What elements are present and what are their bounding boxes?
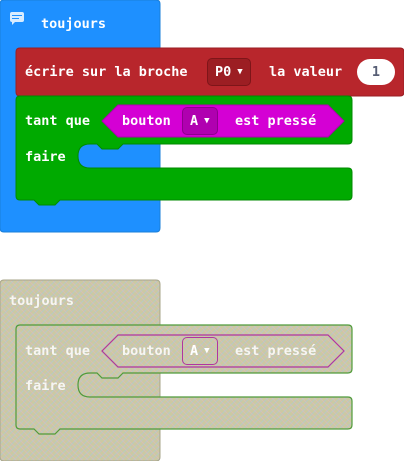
button-value: A (190, 113, 199, 129)
disabled-button-label: bouton (122, 343, 171, 359)
disabled-pressed-label: est pressé (235, 343, 317, 359)
pin-value: P0 (215, 64, 232, 80)
disabled-button-dropdown[interactable]: A ▼ (182, 337, 218, 365)
pin-dropdown[interactable]: P0 ▼ (207, 58, 251, 86)
triangle-down-icon: ▼ (204, 345, 210, 356)
pressed-label: est pressé (235, 113, 317, 129)
button-dropdown[interactable]: A ▼ (182, 107, 218, 135)
button-label: bouton (122, 113, 171, 129)
disabled-forever-label: toujours (9, 293, 75, 309)
disabled-while-label: tant que (25, 343, 91, 359)
disabled-do-label: faire (25, 378, 66, 394)
do-label: faire (25, 149, 66, 165)
value-label: la valeur (269, 64, 343, 80)
value-input[interactable]: 1 (357, 59, 395, 85)
triangle-down-icon: ▼ (237, 66, 243, 77)
speech-bubble-icon (10, 12, 24, 25)
disabled-button-value: A (190, 343, 199, 359)
while-label: tant que (25, 113, 91, 129)
triangle-down-icon: ▼ (204, 115, 210, 126)
write-pin-label: écrire sur la broche (25, 64, 188, 80)
forever-label: toujours (41, 16, 107, 32)
